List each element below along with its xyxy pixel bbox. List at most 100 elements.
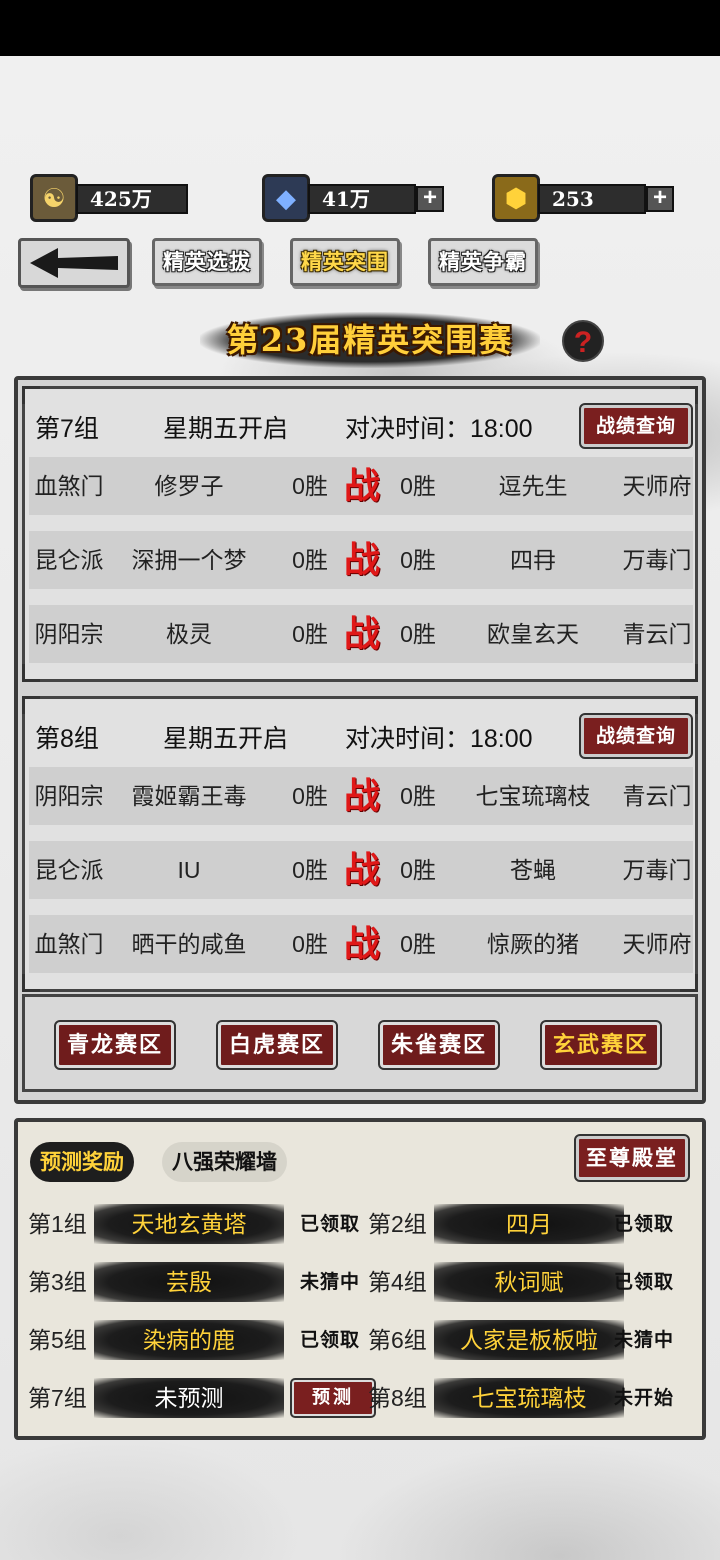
player-a: 极灵 xyxy=(166,621,212,647)
group-label: 第7组 xyxy=(28,1385,87,1411)
player-b: 惊厥的猪 xyxy=(487,931,579,957)
player-a: 霞姬霸王毒 xyxy=(131,783,247,809)
prediction-status: 已领取 xyxy=(614,1271,675,1293)
tab-prediction-reward[interactable]: 预测奖励 xyxy=(30,1142,134,1182)
group-name: 第8组 xyxy=(35,725,99,753)
predicted-player: 秋词赋 xyxy=(434,1262,624,1302)
currency-value: 41万 xyxy=(308,184,416,214)
status-bar xyxy=(0,0,720,56)
match-row: 血煞门 晒干的咸鱼 0胜 战 0胜 惊厥的猪 天师府 xyxy=(29,915,693,973)
prediction-item: 第6组 人家是板板啦 未猜中 xyxy=(368,1318,698,1362)
vs-icon: 战 xyxy=(343,923,380,965)
currency-gold: ⬢ 253 + xyxy=(492,174,680,222)
page-title: 第23届精英突围赛 xyxy=(226,321,514,359)
group-label: 第4组 xyxy=(368,1269,427,1295)
match-row: 昆仑派 深拥一个梦 0胜 战 0胜 四冄 万毒门 xyxy=(29,531,693,589)
back-button[interactable] xyxy=(18,238,130,288)
sect-b: 天师府 xyxy=(622,931,692,957)
wins-b: 0胜 xyxy=(400,931,436,957)
prediction-status: 已领取 xyxy=(300,1213,361,1235)
group-label: 第1组 xyxy=(28,1211,87,1237)
currency-taiji: ☯ 425万 xyxy=(30,174,192,222)
add-gold-button[interactable]: + xyxy=(646,186,674,212)
vs-icon: 战 xyxy=(343,613,380,655)
currency-value: 425万 xyxy=(76,184,188,214)
group-name: 第7组 xyxy=(35,415,99,443)
wins-b: 0胜 xyxy=(400,547,436,573)
sect-b: 万毒门 xyxy=(622,547,692,573)
predicted-player: 四月 xyxy=(434,1204,624,1244)
zone-baihu-button[interactable]: 白虎赛区 xyxy=(216,1020,338,1070)
prediction-status: 未猜中 xyxy=(614,1329,675,1351)
gold-ingot-icon: ⬢ xyxy=(492,174,540,222)
player-a: 修罗子 xyxy=(154,473,224,499)
taiji-coin-icon: ☯ xyxy=(30,174,78,222)
player-b: 七宝琉璃枝 xyxy=(475,783,591,809)
group-time: 对决时间：18:00 xyxy=(345,415,533,443)
wins-b: 0胜 xyxy=(400,783,436,809)
predicted-player: 未预测 xyxy=(94,1378,284,1418)
group-label: 第5组 xyxy=(28,1327,87,1353)
group-header: 第8组 星期五开启 对决时间：18:00 战绩查询 xyxy=(25,711,695,759)
tab-elite-selection[interactable]: 精英选拔 xyxy=(152,238,262,286)
wins-a: 0胜 xyxy=(292,473,328,499)
record-query-button[interactable]: 战绩查询 xyxy=(579,403,693,449)
vs-icon: 战 xyxy=(343,775,380,817)
prediction-status: 未猜中 xyxy=(300,1271,361,1293)
currency-value: 253 xyxy=(538,184,646,214)
back-arrow-icon xyxy=(30,248,118,278)
prediction-status: 已领取 xyxy=(300,1329,361,1351)
sect-b: 万毒门 xyxy=(622,857,692,883)
predicted-player: 天地玄黄塔 xyxy=(94,1204,284,1244)
sect-a: 血煞门 xyxy=(34,473,104,499)
player-a: IU xyxy=(177,857,201,883)
player-a: 晒干的咸鱼 xyxy=(131,931,247,957)
group-time: 对决时间：18:00 xyxy=(345,725,533,753)
wins-b: 0胜 xyxy=(400,857,436,883)
record-query-button[interactable]: 战绩查询 xyxy=(579,713,693,759)
group-label: 第2组 xyxy=(368,1211,427,1237)
group-label: 第3组 xyxy=(28,1269,87,1295)
tab-top8-wall[interactable]: 八强荣耀墙 xyxy=(162,1142,287,1182)
zone-xuanwu-button[interactable]: 玄武赛区 xyxy=(540,1020,662,1070)
prediction-item: 第3组 芸殷 未猜中 xyxy=(28,1260,361,1304)
add-crystal-button[interactable]: + xyxy=(416,186,444,212)
blue-crystal-icon: ◆ xyxy=(262,174,310,222)
wins-b: 0胜 xyxy=(400,473,436,499)
sect-a: 昆仑派 xyxy=(34,857,104,883)
group-label: 第8组 xyxy=(368,1385,427,1411)
predicted-player: 人家是板板啦 xyxy=(434,1320,624,1360)
prediction-status: 未开始 xyxy=(614,1387,675,1409)
player-b: 欧皇玄天 xyxy=(487,621,579,647)
wins-a: 0胜 xyxy=(292,857,328,883)
vs-icon: 战 xyxy=(343,465,380,507)
prediction-status: 已领取 xyxy=(614,1213,675,1235)
match-row: 昆仑派 IU 0胜 战 0胜 苍蝇 万毒门 xyxy=(29,841,693,899)
sect-a: 昆仑派 xyxy=(34,547,104,573)
wins-a: 0胜 xyxy=(292,621,328,647)
help-icon[interactable]: ? xyxy=(562,320,604,362)
vs-icon: 战 xyxy=(343,849,380,891)
sect-b: 青云门 xyxy=(622,783,692,809)
tab-elite-contest[interactable]: 精英争霸 xyxy=(428,238,538,286)
match-row: 阴阳宗 极灵 0胜 战 0胜 欧皇玄天 青云门 xyxy=(29,605,693,663)
zone-zhuque-button[interactable]: 朱雀赛区 xyxy=(378,1020,500,1070)
tab-elite-breakthrough[interactable]: 精英突围 xyxy=(290,238,400,286)
sect-a: 血煞门 xyxy=(34,931,104,957)
zone-qinglong-button[interactable]: 青龙赛区 xyxy=(54,1020,176,1070)
player-b: 四冄 xyxy=(510,547,556,573)
prediction-item: 第5组 染病的鹿 已领取 xyxy=(28,1318,361,1362)
group-label: 第6组 xyxy=(368,1327,427,1353)
group-open-day: 星期五开启 xyxy=(163,415,289,443)
player-b: 逗先生 xyxy=(498,473,568,499)
sect-b: 青云门 xyxy=(622,621,692,647)
group-header: 第7组 星期五开启 对决时间：18:00 战绩查询 xyxy=(25,401,695,449)
wins-a: 0胜 xyxy=(292,931,328,957)
supreme-hall-button[interactable]: 至尊殿堂 xyxy=(574,1134,690,1182)
vs-icon: 战 xyxy=(343,539,380,581)
wins-b: 0胜 xyxy=(400,621,436,647)
prediction-item: 第8组 七宝琉璃枝 未开始 xyxy=(368,1376,698,1420)
prediction-item: 第2组 四月 已领取 xyxy=(368,1202,698,1246)
predict-button[interactable]: 预测 xyxy=(290,1378,376,1418)
prediction-item: 第1组 天地玄黄塔 已领取 xyxy=(28,1202,361,1246)
